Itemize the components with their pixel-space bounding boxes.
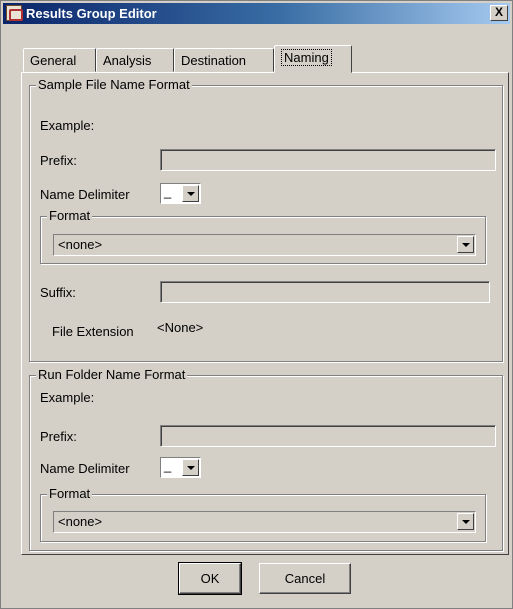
sample-format-select[interactable]: <none> <box>53 234 476 256</box>
sample-name-delimiter-value: _ <box>164 184 172 199</box>
run-name-delimiter-select[interactable]: _ <box>160 457 201 478</box>
chevron-down-icon[interactable] <box>182 459 199 476</box>
tab-general[interactable]: General <box>23 48 96 72</box>
run-prefix-input[interactable] <box>160 425 496 447</box>
tab-destination[interactable]: Destination <box>174 48 274 72</box>
results-group-editor-window: Results Group Editor X General Analysis … <box>0 0 513 609</box>
ok-button[interactable]: OK <box>178 562 242 595</box>
tab-general-label: General <box>30 53 77 68</box>
title-bar[interactable]: Results Group Editor X <box>3 3 510 24</box>
sample-format-value: <none> <box>58 237 103 252</box>
app-icon <box>6 5 23 21</box>
tab-destination-label: Destination <box>181 53 247 68</box>
run-format-legend: Format <box>47 486 93 502</box>
chevron-down-icon[interactable] <box>457 236 474 253</box>
run-folder-name-format-group: Run Folder Name Format Example: Prefix: … <box>29 367 503 551</box>
run-group-legend: Run Folder Name Format <box>36 367 188 383</box>
window-title: Results Group Editor <box>26 6 157 21</box>
tab-naming-label: Naming <box>281 49 332 66</box>
run-format-group: Format <none> <box>40 486 486 542</box>
chevron-down-icon[interactable] <box>182 185 199 202</box>
sample-suffix-label: Suffix: <box>40 285 76 300</box>
sample-file-name-format-group: Sample File Name Format Example: Prefix:… <box>29 77 503 362</box>
sample-prefix-input[interactable] <box>160 149 496 171</box>
run-name-delimiter-label: Name Delimiter <box>40 461 130 476</box>
sample-suffix-input[interactable] <box>160 281 490 303</box>
run-name-delimiter-value: _ <box>164 458 172 473</box>
file-extension-value: <None> <box>157 320 204 335</box>
sample-prefix-label: Prefix: <box>40 153 77 168</box>
chevron-down-icon[interactable] <box>457 513 474 530</box>
naming-panel: Sample File Name Format Example: Prefix:… <box>21 72 509 555</box>
run-example-label: Example: <box>40 390 95 405</box>
sample-name-delimiter-select[interactable]: _ <box>160 183 201 204</box>
sample-group-legend: Sample File Name Format <box>36 77 192 93</box>
run-format-select[interactable]: <none> <box>53 511 476 533</box>
tab-naming[interactable]: Naming <box>274 45 352 73</box>
file-extension-label: File Extension <box>52 324 134 339</box>
sample-name-delimiter-label: Name Delimiter <box>40 187 130 202</box>
run-format-value: <none> <box>58 514 103 529</box>
sample-format-legend: Format <box>47 208 93 224</box>
tab-analysis-label: Analysis <box>103 53 152 68</box>
run-prefix-label: Prefix: <box>40 429 77 444</box>
close-button[interactable]: X <box>490 5 508 21</box>
sample-format-group: Format <none> <box>40 208 486 264</box>
cancel-button[interactable]: Cancel <box>259 563 351 594</box>
sample-example-label: Example: <box>40 118 95 133</box>
tab-analysis[interactable]: Analysis <box>96 48 174 72</box>
